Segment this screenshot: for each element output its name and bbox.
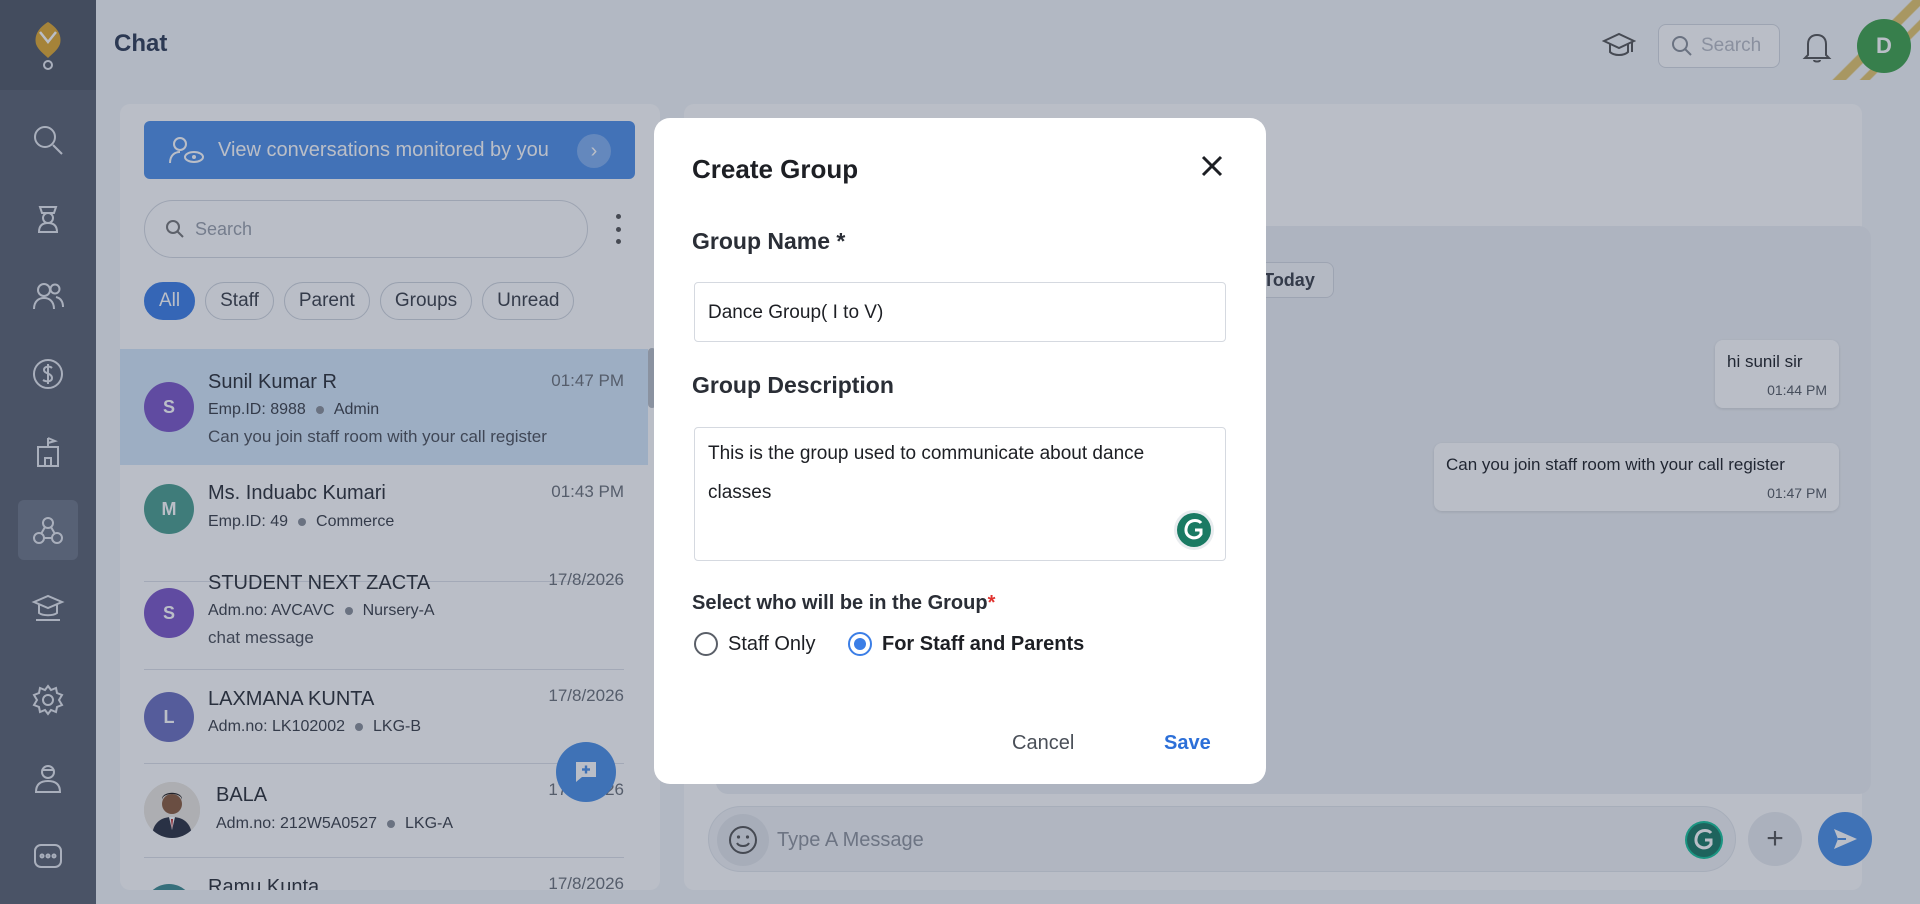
option-label: For Staff and Parents — [882, 632, 1085, 655]
members-label: Select who will be in the Group* — [692, 592, 995, 615]
group-name-label: Group Name * — [692, 228, 846, 254]
option-staff-only[interactable]: Staff Only — [694, 632, 815, 656]
option-staff-and-parents[interactable]: For Staff and Parents — [848, 632, 1084, 656]
cancel-button[interactable]: Cancel — [1012, 732, 1074, 755]
members-label-text: Select who will be in the Group — [692, 592, 988, 614]
close-icon — [1201, 155, 1223, 177]
option-label: Staff Only — [728, 632, 816, 655]
group-description-label: Group Description — [692, 372, 894, 398]
dialog-title: Create Group — [692, 154, 859, 184]
group-name-input[interactable]: Dance Group( I to V) — [694, 282, 1226, 342]
grammarly-icon[interactable] — [1172, 508, 1216, 552]
save-button[interactable]: Save — [1164, 732, 1211, 755]
radio-staff-and-parents[interactable] — [848, 632, 872, 656]
required-asterisk: * — [987, 592, 996, 614]
group-description-textarea[interactable]: This is the group used to communicate ab… — [694, 427, 1226, 561]
create-group-dialog: Create Group Group Name * Dance Group( I… — [654, 118, 1266, 784]
radio-staff-only[interactable] — [694, 632, 718, 656]
close-button[interactable] — [1196, 150, 1228, 182]
